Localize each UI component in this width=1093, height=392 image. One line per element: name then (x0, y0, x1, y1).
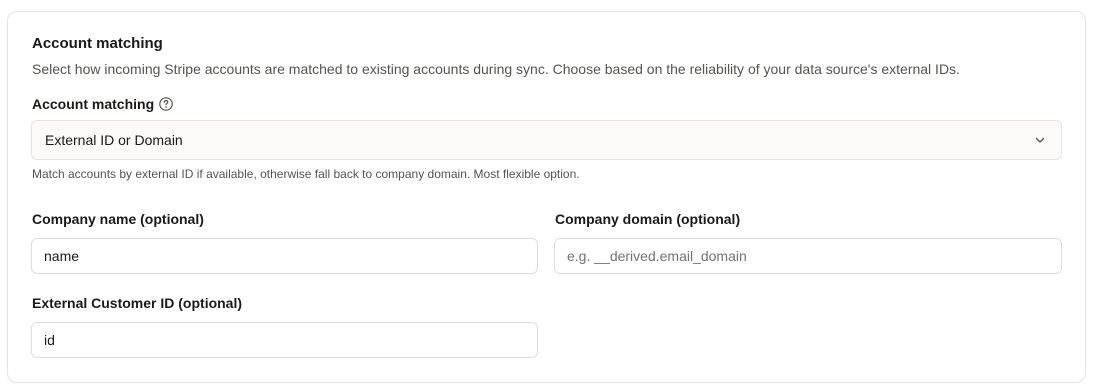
company-domain-label: Company domain (optional) (555, 211, 741, 227)
section-title: Account matching (32, 35, 163, 52)
account-matching-select[interactable]: External ID or Domain (31, 120, 1062, 160)
section-description: Select how incoming Stripe accounts are … (32, 61, 960, 77)
external-customer-id-label: External Customer ID (optional) (32, 295, 243, 311)
account-matching-label: Account matching (32, 96, 155, 112)
account-matching-hint: Match accounts by external ID if availab… (32, 167, 580, 181)
account-matching-card: Account matching Select how incoming Str… (7, 11, 1086, 383)
company-name-input[interactable] (31, 238, 538, 274)
company-name-label: Company name (optional) (32, 211, 204, 227)
account-matching-selected-value: External ID or Domain (45, 132, 183, 148)
company-domain-input[interactable] (554, 238, 1062, 274)
question-circle-icon[interactable] (158, 96, 174, 112)
chevron-down-icon (1033, 133, 1047, 147)
external-customer-id-input[interactable] (31, 322, 538, 358)
